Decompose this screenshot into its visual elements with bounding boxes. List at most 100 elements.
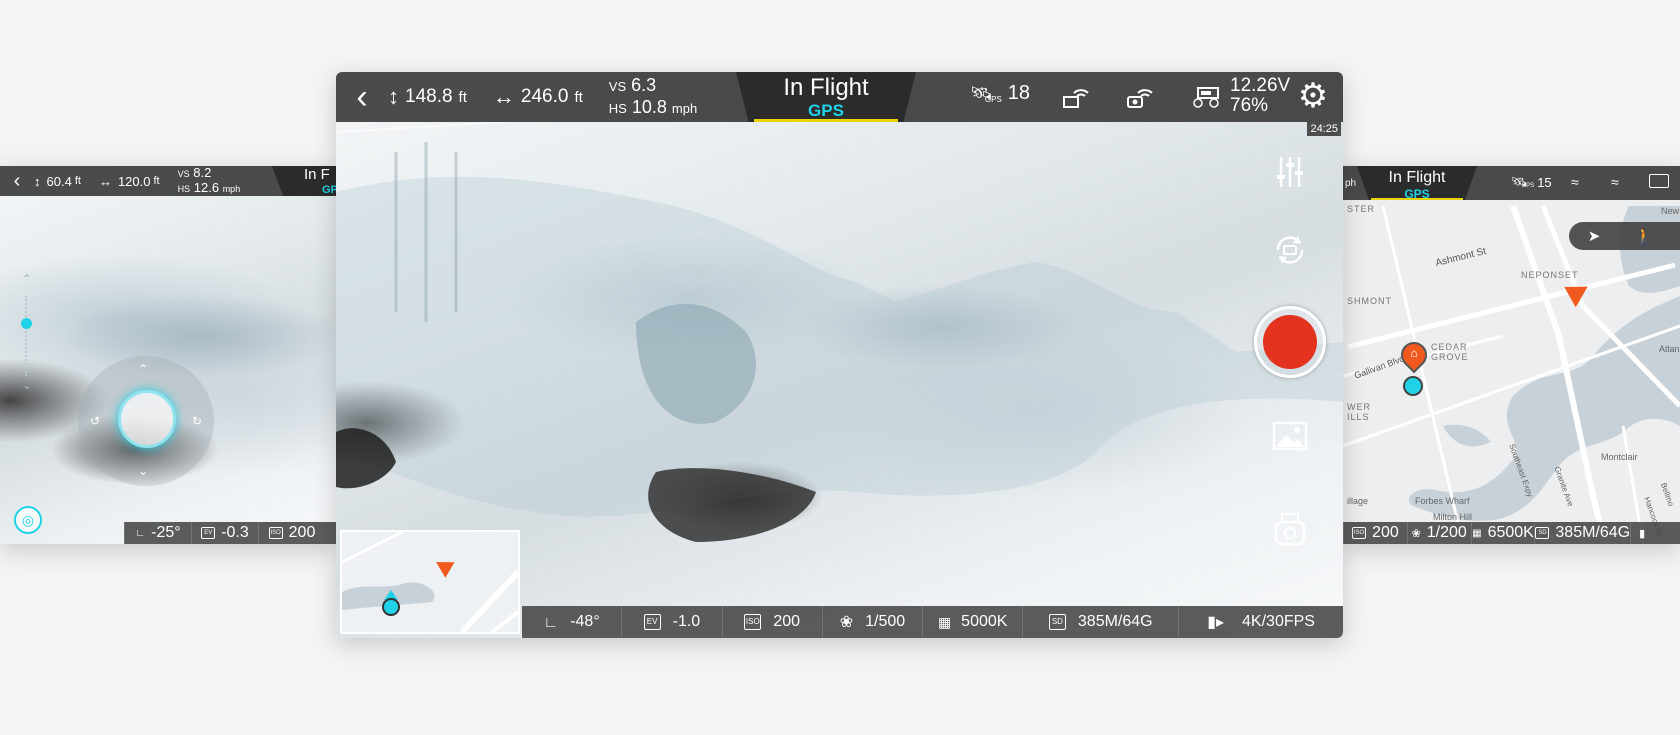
rc-signal-icon: ≈ xyxy=(1571,174,1579,190)
storage-cell: SD 385M/64G xyxy=(1022,606,1178,638)
gps-count: 18 xyxy=(1007,82,1031,104)
left-zoom-slider[interactable]: ⌃ ⌄ xyxy=(20,270,34,400)
distance-icon: ↔ xyxy=(98,173,112,189)
switch-camera-mode-icon[interactable] xyxy=(1268,228,1312,272)
right-iso: 200 xyxy=(1372,524,1399,541)
video-cell: ▮▸ 4K/30FPS xyxy=(1178,606,1343,638)
mini-map-user-icon xyxy=(382,598,400,616)
right-shutter: 1/200 xyxy=(1426,524,1467,541)
locate-user-icon[interactable]: 🚶 xyxy=(1619,227,1669,245)
mini-map[interactable] xyxy=(340,530,520,634)
gimbal-angle: -48° xyxy=(570,613,600,630)
sd-card-icon: SD xyxy=(1048,614,1066,630)
map-label-ster: STER xyxy=(1347,204,1376,214)
vs-value: 6.3 xyxy=(631,75,657,95)
altitude-value: 148.8 xyxy=(405,86,453,107)
distance-unit: ft xyxy=(574,88,583,106)
map-label-forbes: Forbes Wharf xyxy=(1415,496,1470,506)
right-video-cell: ▮ xyxy=(1630,522,1680,544)
shutter-cell: ❀ 1/500 xyxy=(821,606,922,638)
chevron-down-icon[interactable]: ⌄ xyxy=(20,378,34,392)
distance-value: 246.0 xyxy=(520,86,569,107)
gimbal-icon: ∟ xyxy=(543,613,559,631)
joystick-knob[interactable] xyxy=(118,390,176,448)
chevron-up-icon[interactable]: ⌃ xyxy=(20,272,34,286)
ev-value: -1.0 xyxy=(672,613,701,630)
camera-mode-icon[interactable] xyxy=(1268,508,1312,552)
gallery-drawing xyxy=(1272,421,1308,451)
video-signal-icon: ≈ xyxy=(1611,174,1619,190)
map-label-new: New xyxy=(1661,206,1680,216)
altitude-readout: ↕ 148.8 ft xyxy=(388,84,467,110)
right-shutter-cell: ❀ 1/200 xyxy=(1406,522,1471,544)
iso-cell: ISO 200 xyxy=(721,606,822,638)
battery-readout: 12.26V 76% xyxy=(1230,76,1290,116)
gimbal-icon: ∟ xyxy=(135,527,146,539)
left-flight-status-block: In F GP xyxy=(272,166,336,196)
left-altitude-unit: ft xyxy=(74,175,81,187)
right-gps-label: GPS xyxy=(1521,183,1535,189)
mini-map-drawing xyxy=(342,532,518,632)
slider-knob[interactable] xyxy=(21,318,32,329)
left-flight-status: In F xyxy=(304,166,330,183)
back-icon[interactable]: ‹ xyxy=(0,170,34,193)
iso-icon: ISO xyxy=(744,614,762,630)
left-hs-value: 12.6 xyxy=(193,180,220,195)
back-icon[interactable]: ‹ xyxy=(336,72,388,122)
flight-time: 24:25 xyxy=(1307,122,1341,136)
right-iso-cell: ISO 200 xyxy=(1343,522,1407,544)
distance-readout: ↔ 246.0 ft xyxy=(493,84,583,110)
switch-mode-drawing xyxy=(1276,236,1304,264)
drone-battery-drawing xyxy=(1193,87,1219,108)
shutter-icon: ❀ xyxy=(1411,527,1421,540)
user-location-icon xyxy=(1403,376,1423,396)
drone-battery-icon xyxy=(1192,84,1222,110)
gear-icon[interactable]: ⚙ xyxy=(1295,77,1331,115)
altitude-unit: ft xyxy=(458,88,467,106)
ev-cell: EV -1.0 xyxy=(621,606,721,638)
map-label-village: illage xyxy=(1347,496,1369,506)
left-bottom-bar: ∟ -25° EV -0.3 ISO 200 xyxy=(124,522,336,544)
map-label-montclair: Montclair xyxy=(1601,452,1638,462)
camera-settings-icon[interactable] xyxy=(1270,152,1310,192)
main-bottom-bar: ∟ -48° EV -1.0 ISO 200 ❀ 1/500 ▦ 5000K S… xyxy=(522,606,1343,638)
right-top-bar: ph In Flight GPS 🛰 GPS 15 ≈ ≈ xyxy=(1343,166,1680,200)
iso-value: 200 xyxy=(773,613,801,630)
right-wb-cell: ▦ 6500K xyxy=(1470,522,1535,544)
vs-label: VS xyxy=(608,79,627,94)
left-hs-label: HS xyxy=(177,184,191,194)
joystick-up-icon: ⌃ xyxy=(138,362,149,376)
left-distance: 120.0 xyxy=(117,173,151,189)
left-gimbal-cell: ∟ -25° xyxy=(124,522,191,544)
locate-aircraft-icon[interactable]: ➤ xyxy=(1569,227,1619,245)
rc-signal-drawing xyxy=(1063,89,1089,108)
shutter-value: 1/500 xyxy=(865,613,906,630)
battery-percent: 76% xyxy=(1230,95,1269,116)
left-speed: VS 8.2 HS 12.6 mph xyxy=(178,166,241,196)
right-map-panel: Ashmont St NEPONSET SHMONT STER CEDAR GR… xyxy=(1343,166,1680,544)
gallery-icon[interactable] xyxy=(1270,416,1310,456)
sliders-drawing xyxy=(1277,157,1303,187)
left-camera-feed xyxy=(0,166,336,544)
right-storage: 385M/64G xyxy=(1555,524,1631,541)
flight-mode: GPS xyxy=(808,101,844,120)
video-icon: ▮ xyxy=(1639,527,1646,540)
map-tools-pill: ➤ 🚶 xyxy=(1569,222,1680,250)
virtual-joystick[interactable]: ⌃ ⌄ ↺ ↻ xyxy=(78,356,214,486)
altitude-icon: ↕ xyxy=(388,84,399,109)
map-label-lower-mills: WER ILLS xyxy=(1347,402,1371,422)
left-vs-value: 8.2 xyxy=(193,166,212,180)
map-label-ashmont: SHMONT xyxy=(1347,296,1392,306)
target-icon[interactable]: ◎ xyxy=(14,506,42,534)
gps-readout: 🛰 GPS 18 xyxy=(970,82,1030,105)
left-flight-mode: GP xyxy=(322,184,336,196)
left-iso-cell: ISO 200 xyxy=(258,522,325,544)
hs-unit: mph xyxy=(671,101,698,116)
main-flight-view: ‹ ↕ 148.8 ft ↔ 246.0 ft VS 6.3 HS 10.8 m… xyxy=(336,72,1343,638)
right-storage-cell: SD 385M/64G xyxy=(1534,522,1630,544)
altitude-icon: ↕ xyxy=(34,173,41,189)
ev-icon: EV xyxy=(643,614,661,630)
storage-value: 385M/64G xyxy=(1077,613,1153,630)
gimbal-cell: ∟ -48° xyxy=(522,606,621,638)
record-button[interactable] xyxy=(1254,306,1326,378)
